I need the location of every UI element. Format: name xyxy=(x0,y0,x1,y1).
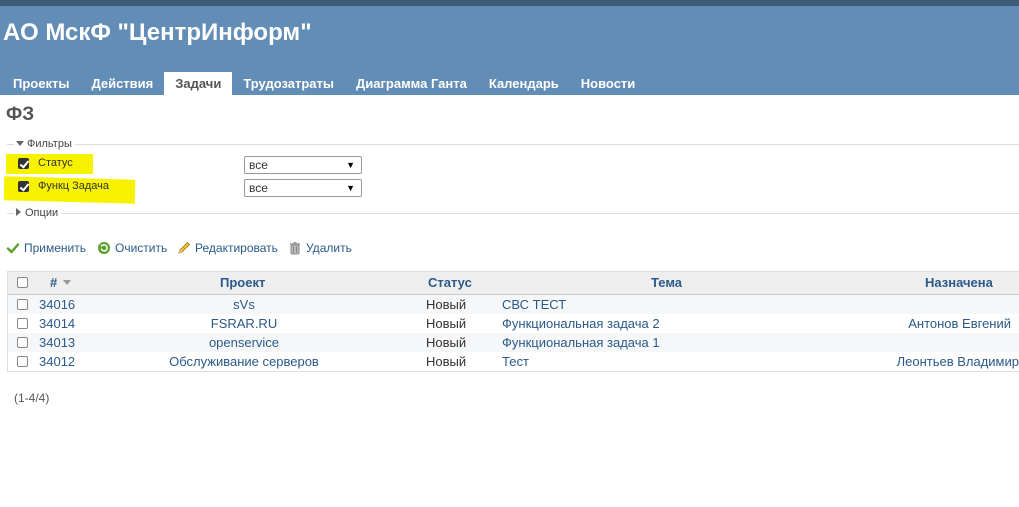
tab-projects[interactable]: Проекты xyxy=(2,72,80,95)
app-header: АО МскФ "ЦентрИнформ" Проекты Действия З… xyxy=(0,6,1019,95)
clear-button[interactable]: Очистить xyxy=(97,240,167,256)
issue-id-link[interactable]: 34012 xyxy=(39,352,75,371)
filters-legend-toggle[interactable]: Фильтры xyxy=(14,137,75,151)
app-title: АО МскФ "ЦентрИнформ" xyxy=(3,19,312,46)
edit-label: Редактировать xyxy=(195,241,278,255)
expanded-triangle-icon xyxy=(16,141,24,146)
subject-link[interactable]: Функциональная задача 2 xyxy=(502,314,660,333)
page-title: ФЗ xyxy=(6,104,35,125)
column-header-number[interactable]: # xyxy=(50,272,72,294)
filters-fieldset-border xyxy=(7,144,1019,145)
filter-status-operator-value: все xyxy=(249,158,268,172)
reload-icon xyxy=(97,241,111,255)
status-cell: Новый xyxy=(426,354,467,369)
apply-button[interactable]: Применить xyxy=(6,240,86,256)
collapsed-triangle-icon xyxy=(16,208,21,216)
table-row[interactable]: 34016 sVs Новый СВС ТЕСТ xyxy=(8,295,1019,314)
column-header-number-label: # xyxy=(50,275,58,290)
subject-link[interactable]: СВС ТЕСТ xyxy=(502,295,566,314)
pagination-summary: (1-4/4) xyxy=(14,391,50,405)
column-header-subject[interactable]: Тема xyxy=(651,272,682,294)
sort-descending-icon xyxy=(63,280,72,285)
filters-legend-label: Фильтры xyxy=(27,138,72,150)
project-link[interactable]: FSRAR.RU xyxy=(158,314,330,333)
subject-link[interactable]: Тест xyxy=(502,352,529,371)
row-checkbox[interactable] xyxy=(17,299,28,310)
project-link[interactable]: Обслуживание серверов xyxy=(158,352,330,371)
dropdown-arrow-icon: ▼ xyxy=(346,183,355,193)
select-all-checkbox[interactable] xyxy=(17,277,28,288)
project-link[interactable]: sVs xyxy=(158,295,330,314)
column-header-project[interactable]: Проект xyxy=(220,272,265,294)
delete-label: Удалить xyxy=(306,241,352,255)
row-checkbox[interactable] xyxy=(17,337,28,348)
row-checkbox[interactable] xyxy=(17,318,28,329)
checkmark-icon xyxy=(6,241,20,255)
filter-func-task-operator-select[interactable]: все ▼ xyxy=(244,179,362,197)
row-checkbox[interactable] xyxy=(17,356,28,367)
table-header-row: # Проект Статус Тема Назначена xyxy=(8,272,1019,295)
issue-id-link[interactable]: 34013 xyxy=(39,333,75,352)
filter-status-operator-select[interactable]: все ▼ xyxy=(244,156,362,174)
delete-button[interactable]: Удалить xyxy=(288,240,352,256)
filter-status-label: Статус xyxy=(38,157,73,169)
pencil-icon xyxy=(177,241,191,255)
project-link[interactable]: openservice xyxy=(158,333,330,352)
apply-label: Применить xyxy=(24,241,87,255)
subject-link[interactable]: Функциональная задача 1 xyxy=(502,333,660,352)
clear-label: Очистить xyxy=(115,241,168,255)
tab-activity[interactable]: Действия xyxy=(80,72,164,95)
tab-time-entries[interactable]: Трудозатраты xyxy=(232,72,345,95)
assignee-link[interactable]: Леонтьев Владимир xyxy=(897,352,1019,371)
issues-table: # Проект Статус Тема Назначена 34016 sVs… xyxy=(7,271,1019,372)
options-legend-label: Опции xyxy=(25,207,59,219)
filter-func-task-operator-value: все xyxy=(249,181,268,195)
tab-news[interactable]: Новости xyxy=(570,72,647,95)
table-row[interactable]: 34014 FSRAR.RU Новый Функциональная зада… xyxy=(8,314,1019,333)
main-menu: Проекты Действия Задачи Трудозатраты Диа… xyxy=(2,72,646,95)
issue-id-link[interactable]: 34016 xyxy=(39,295,75,314)
edit-button[interactable]: Редактировать xyxy=(177,240,278,256)
tab-issues[interactable]: Задачи xyxy=(164,72,233,95)
column-header-assignee[interactable]: Назначена xyxy=(925,272,993,294)
table-row[interactable]: 34012 Обслуживание серверов Новый Тест Л… xyxy=(8,352,1019,371)
column-header-status[interactable]: Статус xyxy=(428,272,472,294)
filter-func-task-label: Функц Задача xyxy=(38,180,110,192)
assignee-link[interactable]: Антонов Евгений xyxy=(908,314,1011,333)
issue-id-link[interactable]: 34014 xyxy=(39,314,75,333)
tab-calendar[interactable]: Календарь xyxy=(478,72,570,95)
status-cell: Новый xyxy=(426,297,467,312)
filter-func-task-checkbox[interactable] xyxy=(18,181,29,192)
filter-status-checkbox[interactable] xyxy=(18,158,29,169)
dropdown-arrow-icon: ▼ xyxy=(346,160,355,170)
table-row[interactable]: 34013 openservice Новый Функциональная з… xyxy=(8,333,1019,352)
options-legend-toggle[interactable]: Опции xyxy=(14,206,62,220)
tab-gantt[interactable]: Диаграмма Ганта xyxy=(345,72,478,95)
status-cell: Новый xyxy=(426,335,467,350)
options-fieldset-border xyxy=(7,213,1019,214)
trash-icon xyxy=(288,241,302,255)
status-cell: Новый xyxy=(426,316,467,331)
